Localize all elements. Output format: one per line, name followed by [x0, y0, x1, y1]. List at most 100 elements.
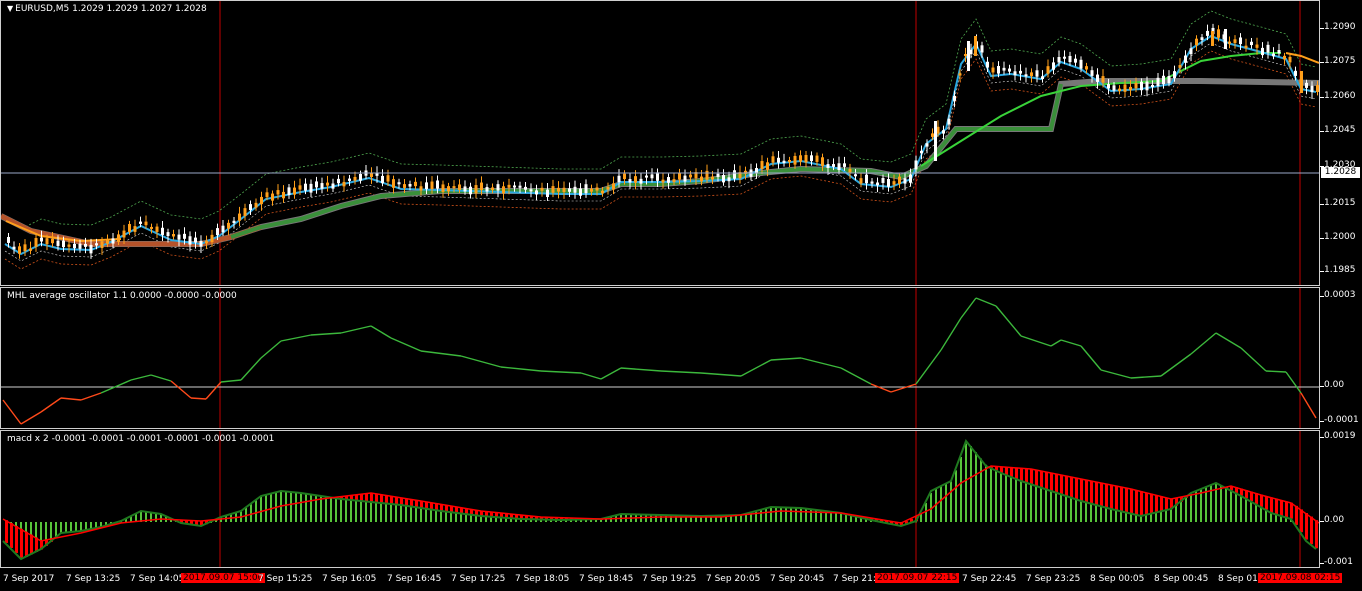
candle-body	[617, 175, 621, 183]
oscillator-scale[interactable]: 0.0003 0.00 -0.0001	[1320, 287, 1362, 429]
macd-histogram-bar	[405, 505, 407, 522]
candle-body	[1206, 30, 1209, 36]
macd-histogram-bar	[1060, 494, 1062, 522]
macd-histogram-bar	[415, 507, 417, 522]
price-chart-pane[interactable]: ▼ EURUSD,M5 1.2029 1.2029 1.2027 1.2028	[0, 0, 1320, 286]
price-label: 1.2075	[1324, 56, 1356, 66]
macd-line	[2, 439, 1317, 561]
macd-histogram-bar	[80, 522, 82, 532]
price-scale[interactable]: 1.2090 1.2075 1.2060 1.2045 1.2030 1.201…	[1320, 0, 1362, 286]
candle-body	[199, 240, 203, 247]
macd-histogram-bar	[265, 495, 267, 522]
candle-body	[23, 244, 27, 252]
oscillator-line	[960, 297, 977, 319]
candle-body	[111, 238, 115, 244]
candle-body	[777, 157, 780, 163]
candle-body	[991, 67, 995, 73]
candle-body	[436, 180, 439, 189]
macd-histogram-bar	[775, 507, 777, 522]
oscillator-canvas	[1, 288, 1319, 428]
candle-body	[419, 186, 423, 191]
oscillator-line	[600, 367, 622, 380]
macd-diff-bar	[1255, 493, 1258, 504]
macd-histogram-bar	[450, 512, 452, 522]
candle-body	[216, 228, 219, 236]
candle-body	[1151, 84, 1154, 88]
candle-body	[1090, 70, 1094, 76]
candle-body	[601, 190, 604, 194]
candle-body	[1112, 85, 1116, 91]
macd-histogram-bar	[345, 499, 347, 522]
candle-body	[62, 240, 65, 248]
candle-body	[967, 41, 970, 71]
candle-body	[1079, 59, 1083, 69]
candle-body	[403, 184, 406, 188]
candle-body	[810, 155, 813, 162]
candle-body	[40, 237, 43, 242]
macd-histogram-bar	[1100, 506, 1102, 522]
oscillator-line	[1080, 345, 1102, 371]
candle-body	[265, 192, 269, 198]
candle-body	[210, 234, 214, 243]
macd-diff-bar	[380, 494, 383, 503]
time-label: 8 Sep 01:	[1218, 574, 1261, 584]
time-label: 7 Sep 20:45	[770, 574, 825, 584]
macd-histogram-bar	[1040, 487, 1042, 522]
macd-histogram-bar	[925, 503, 927, 522]
candle-body	[1068, 55, 1072, 63]
macd-histogram-bar	[440, 510, 442, 522]
macd-histogram-bar	[1150, 513, 1152, 522]
time-label: 7 Sep 17:25	[451, 574, 506, 584]
candle-body	[221, 225, 225, 233]
candle-body	[1195, 38, 1198, 46]
macd-diff-bar	[1025, 468, 1028, 483]
oscillator-line	[1300, 392, 1317, 419]
macd-histogram-bar	[325, 496, 327, 522]
macd-histogram-bar	[650, 514, 652, 522]
candle-body	[89, 244, 93, 254]
candle-body	[348, 178, 351, 181]
oscillator-line	[40, 397, 62, 413]
candle-body	[315, 181, 318, 188]
time-axis[interactable]: 7 Sep 2017 7 Sep 13:25 7 Sep 14:05 2017.…	[0, 568, 1343, 591]
macd-histogram-bar	[300, 492, 302, 522]
macd-pane[interactable]: macd x 2 -0.0001 -0.0001 -0.0001 -0.0001…	[0, 430, 1320, 568]
candle-body	[392, 179, 395, 188]
macd-histogram-bar	[260, 496, 262, 522]
candle-body	[628, 179, 632, 183]
macd-diff-bar	[1305, 513, 1308, 540]
macd-histogram-bar	[1175, 505, 1177, 522]
oscillator-line	[280, 334, 312, 342]
candle-body	[232, 220, 236, 224]
macd-diff-bar	[1145, 492, 1148, 516]
time-label: 7 Sep 23:25	[1026, 574, 1081, 584]
oscillator-line	[1130, 375, 1162, 379]
macd-histogram-bar	[1025, 482, 1027, 522]
candle-body	[535, 190, 538, 195]
candle-body	[227, 222, 230, 229]
macd-scale[interactable]: 0.0019 0.00 -0.001	[1320, 430, 1362, 568]
candle-body	[1266, 44, 1270, 53]
macd-diff-bar	[1265, 496, 1268, 510]
macd-histogram-bar	[800, 507, 802, 522]
time-label: 7 Sep 13:25	[66, 574, 121, 584]
candle-body	[1145, 81, 1149, 91]
macd-histogram-bar	[365, 501, 367, 522]
macd-histogram-bar	[380, 502, 382, 522]
candle-body	[414, 181, 417, 187]
time-label: 7 Sep 15:25	[258, 574, 313, 584]
macd-diff-bar	[1300, 509, 1303, 533]
macd-histogram-bar	[395, 504, 397, 522]
candle-body	[1283, 55, 1286, 60]
macd-histogram-bar	[1055, 492, 1057, 522]
candle-body	[986, 61, 989, 68]
candle-body	[1118, 88, 1121, 92]
macd-histogram-bar	[65, 522, 67, 533]
caret-down-icon[interactable]: ▼	[7, 4, 13, 13]
time-label: 8 Sep 00:45	[1154, 574, 1209, 584]
macd-histogram-bar	[1190, 493, 1192, 522]
candle-body	[425, 182, 428, 190]
candle-body	[155, 226, 159, 232]
macd-diff-bar	[1080, 478, 1083, 501]
oscillator-pane[interactable]: MHL average oscillator 1.1 0.0000 -0.000…	[0, 287, 1320, 429]
